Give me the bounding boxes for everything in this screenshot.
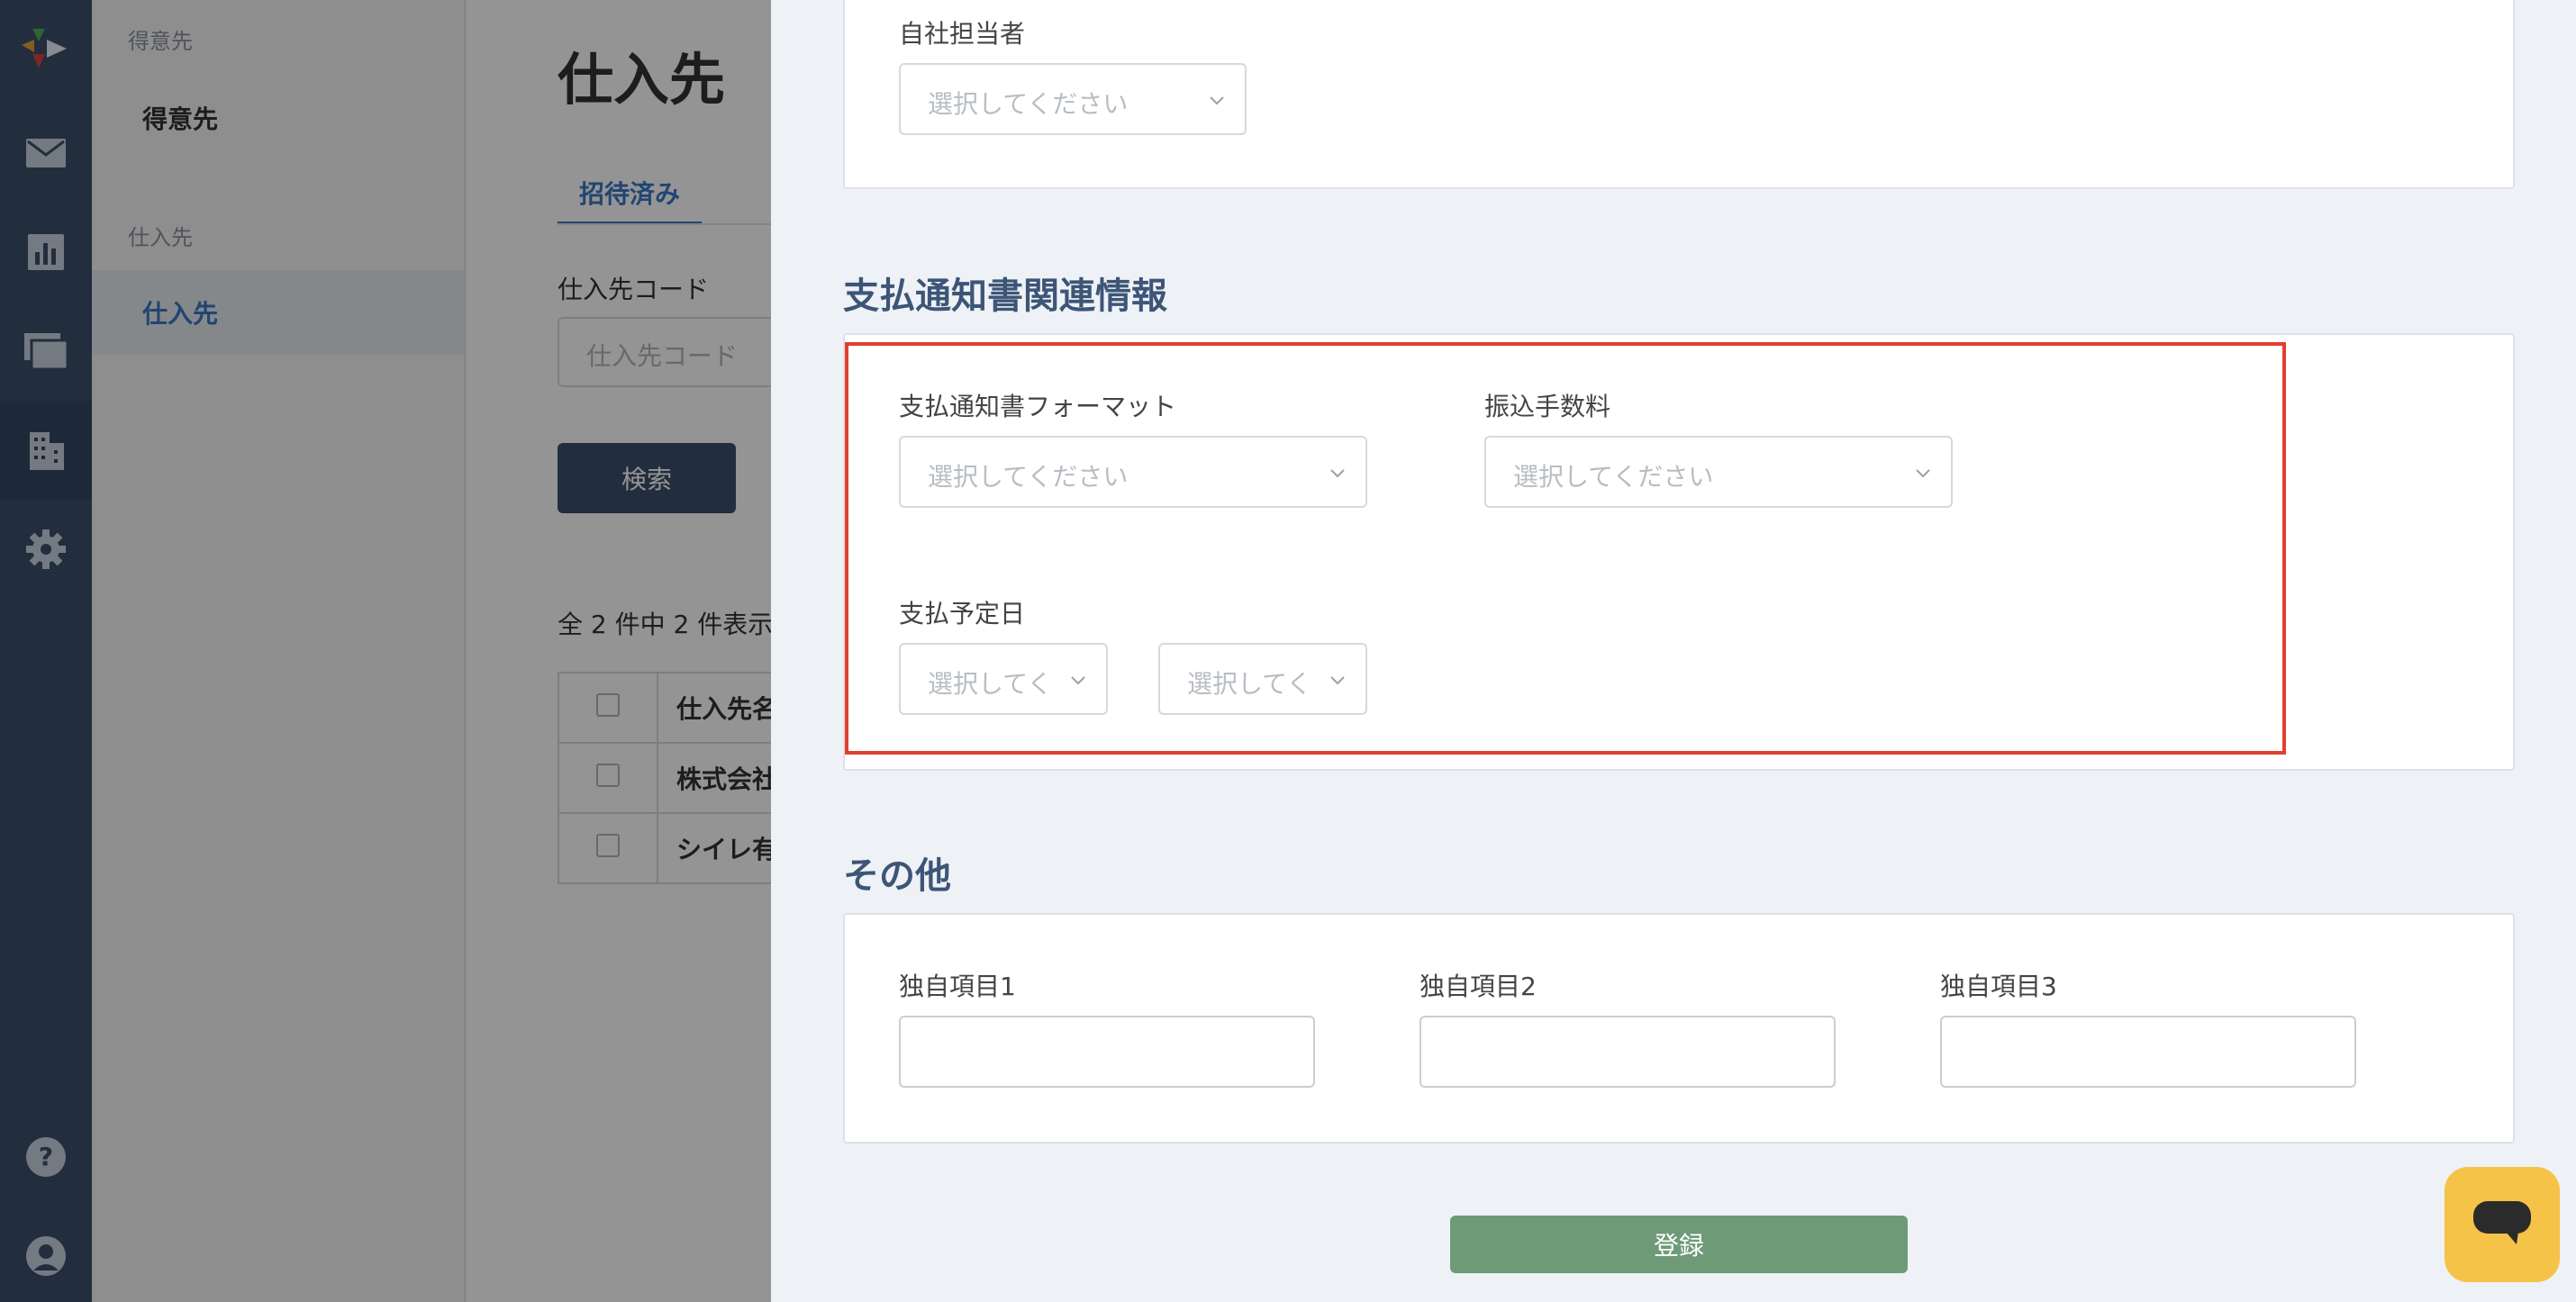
modal-overlay[interactable]: [0, 0, 771, 1302]
staff-card: 自社担当者 選択してください: [843, 0, 2515, 189]
custom-field-2-input[interactable]: [1420, 1016, 1836, 1088]
custom-field-3-input[interactable]: [1940, 1016, 2356, 1088]
highlight-frame: [845, 342, 2286, 755]
custom-field-1-label: 独自項目1: [899, 972, 1016, 1001]
chevron-down-icon: [1210, 96, 1224, 105]
chat-button[interactable]: [2444, 1167, 2560, 1282]
custom-field-3-label: 独自項目3: [1940, 972, 2057, 1001]
staff-select[interactable]: 選択してください: [899, 63, 1247, 135]
custom-field-1-input[interactable]: [899, 1016, 1315, 1088]
chat-icon: [2473, 1201, 2531, 1244]
staff-select-value: 選択してください: [928, 89, 1129, 119]
custom-field-2-label: 独自項目2: [1420, 972, 1537, 1001]
payment-section-title: 支払通知書関連情報: [843, 276, 1167, 317]
staff-label: 自社担当者: [899, 19, 1026, 49]
other-card: 独自項目1 独自項目2 独自項目3: [843, 913, 2515, 1144]
other-section-title: その他: [843, 855, 951, 897]
supplier-form-drawer: 自社担当者 選択してください 支払通知書関連情報 支払通知書フォーマット 選択し…: [771, 0, 2576, 1302]
register-button[interactable]: 登録: [1450, 1216, 1908, 1273]
